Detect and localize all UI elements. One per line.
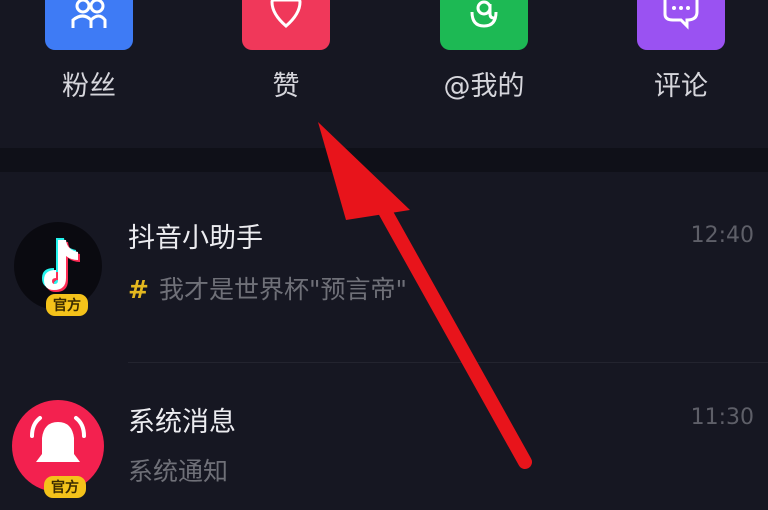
users-icon (71, 0, 107, 28)
official-badge: 官方 (44, 476, 86, 498)
comments-label: 评论 (654, 71, 708, 102)
message-title: 系统消息 (128, 407, 236, 438)
speech-bubble-icon (663, 0, 699, 30)
at-sign-icon (470, 0, 498, 28)
message-preview: # 我才是世界杯"预言帝" (128, 274, 407, 306)
mention-label: @我的 (443, 71, 525, 102)
hashtag-icon: # (128, 275, 149, 304)
heart-icon (270, 0, 302, 28)
avatar[interactable]: 官方 (12, 400, 104, 498)
fans-label: 粉丝 (62, 71, 116, 102)
messages-screen: 粉丝 赞 @我的 评论 官方 抖音小助手 # 我才是世界杯"预言帝" 12:40… (0, 0, 768, 510)
message-preview-text: 系统通知 (128, 457, 229, 486)
comments-tile[interactable] (637, 0, 725, 50)
category-fans[interactable]: 粉丝 (34, 0, 144, 104)
category-likes[interactable]: 赞 (231, 0, 341, 104)
message-preview-text: 我才是世界杯"预言帝" (158, 275, 407, 304)
likes-tile[interactable] (242, 0, 330, 50)
list-divider (128, 362, 768, 363)
avatar[interactable]: 官方 (14, 222, 102, 316)
official-badge: 官方 (46, 294, 88, 316)
message-title: 抖音小助手 (128, 223, 263, 254)
mention-tile[interactable] (440, 0, 528, 50)
fans-tile[interactable] (45, 0, 133, 50)
likes-label: 赞 (272, 71, 300, 102)
message-time: 11:30 (690, 405, 754, 430)
category-mention[interactable]: @我的 (429, 0, 539, 104)
category-comments[interactable]: 评论 (626, 0, 736, 104)
message-categories: 粉丝 赞 @我的 评论 (0, 0, 768, 148)
message-time: 12:40 (690, 223, 754, 248)
section-gap (0, 148, 768, 172)
